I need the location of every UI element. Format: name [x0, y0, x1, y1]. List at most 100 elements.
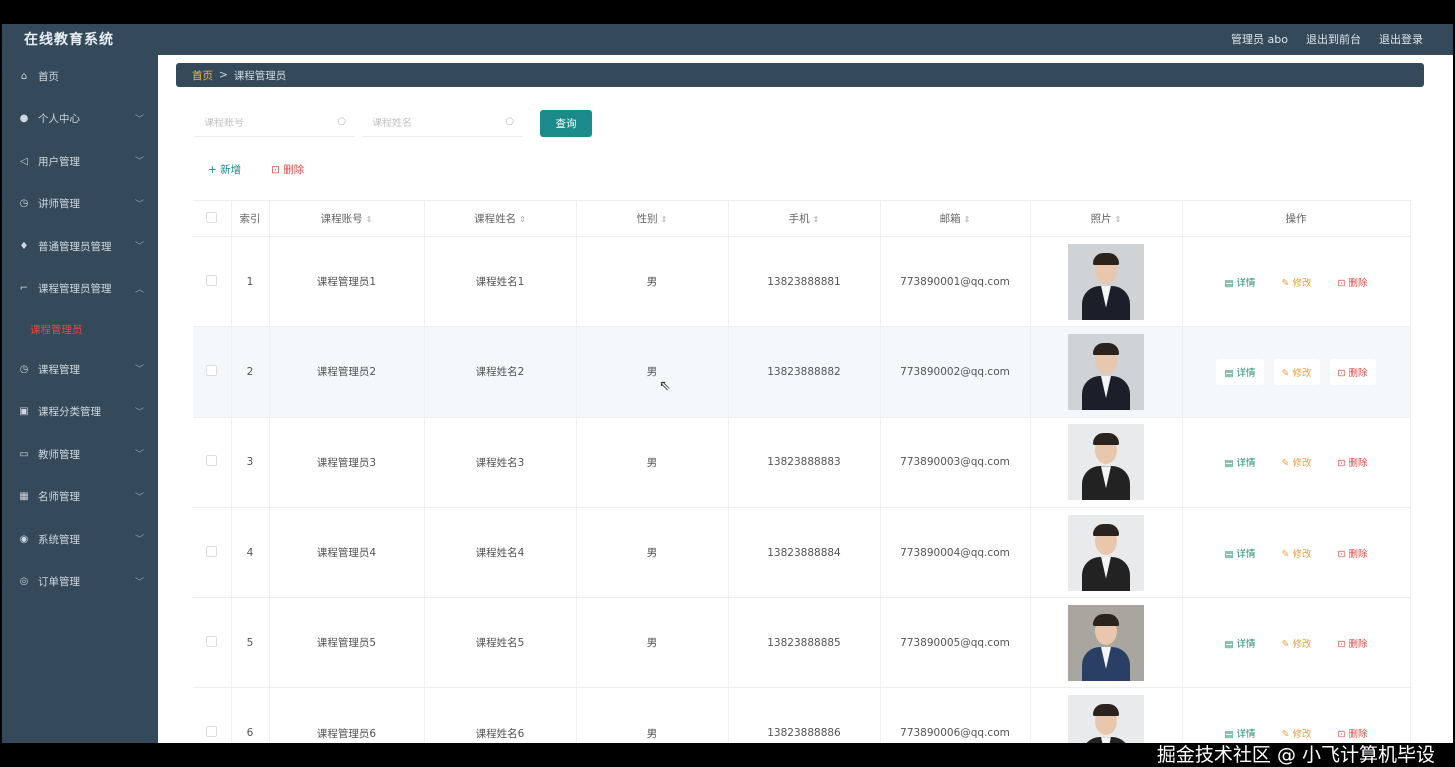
cell-name: 课程姓名5	[424, 597, 577, 689]
document-icon: ▤	[1224, 458, 1237, 470]
table-row[interactable]: 6 课程管理员6 课程姓名6 男 13823888886 773890006@qq.com…	[193, 687, 1411, 743]
breadcrumb-home[interactable]: 首页	[192, 68, 213, 83]
location-icon: ◉	[19, 533, 29, 545]
header-photo[interactable]: 照片 ⇕	[1030, 200, 1183, 237]
account-search-input[interactable]	[204, 117, 324, 129]
sidebar-item-label: 课程管理员管理	[38, 283, 112, 296]
logout-link[interactable]: 退出登录	[1379, 31, 1423, 47]
delete-label: 删除	[1348, 277, 1368, 289]
header-account[interactable]: 课程账号 ⇕	[269, 200, 425, 237]
chevron-down-icon: ﹀	[134, 492, 144, 503]
table-row[interactable]: 4 课程管理员4 课程姓名4 男 13823888884 773890004@qq.com…	[193, 507, 1411, 599]
breadcrumb-separator: >	[219, 69, 228, 81]
edit-button[interactable]: ✎ 修改	[1274, 449, 1320, 475]
header-phone[interactable]: 手机 ⇕	[728, 200, 881, 237]
app-title: 在线教育系统	[24, 32, 114, 48]
basketball-icon: ◎	[19, 576, 29, 588]
main-content: 首页 > 课程管理员 ○ ○ 查询 + 新增 ⊡ 删除	[158, 55, 1453, 743]
row-select-cell	[193, 417, 232, 508]
cell-account: 课程管理员1	[269, 236, 425, 328]
data-table: 索引 课程账号 ⇕ 课程姓名 ⇕ 性别 ⇕ 手机 ⇕ 邮箱 ⇕ 照片 ⇕ 操作 1 课程管理员…	[193, 200, 1411, 743]
send-icon: ◁	[20, 155, 28, 167]
chevron-down-icon: ﹀	[134, 407, 144, 418]
header-gender[interactable]: 性别 ⇕	[576, 200, 729, 237]
edit-button[interactable]: ✎ 修改	[1274, 269, 1320, 295]
header-email[interactable]: 邮箱 ⇕	[880, 200, 1031, 237]
row-checkbox[interactable]	[206, 635, 218, 647]
table-row[interactable]: 2 课程管理员2 课程姓名2 男 13823888882 773890002@qq.com…	[193, 326, 1411, 418]
avatar[interactable]	[1068, 695, 1144, 743]
sidebar-item-a3[interactable]: ◷ 讲师管理 ﹀	[2, 183, 158, 226]
sidebar-item-a5[interactable]: ⌐ 课程管理员管理 ︿	[2, 268, 158, 311]
avatar[interactable]	[1068, 333, 1144, 410]
top-nav: 管理员 abo 退出到前台 退出登录	[1231, 31, 1423, 47]
table-row[interactable]: 3 课程管理员3 课程姓名3 男 13823888883 773890003@qq.com…	[193, 417, 1411, 508]
avatar[interactable]	[1068, 243, 1144, 320]
name-search-field: ○	[362, 110, 522, 137]
detail-button[interactable]: ▤ 详情	[1216, 269, 1263, 295]
watermark: 掘金技术社区 @ 小飞计算机毕设	[1156, 744, 1435, 766]
row-checkbox[interactable]	[206, 455, 218, 467]
sidebar-item-a1[interactable]: ● 个人中心 ﹀	[2, 98, 158, 141]
header-name-label: 课程姓名	[474, 213, 517, 225]
select-all-checkbox[interactable]	[206, 211, 218, 223]
row-checkbox[interactable]	[206, 545, 218, 557]
delete-button[interactable]: ⊡ 删除	[1330, 540, 1376, 566]
edit-button[interactable]: ✎ 修改	[1274, 630, 1320, 656]
sidebar-item-b4[interactable]: ◉ 系统管理 ﹀	[2, 518, 158, 561]
cell-email: 773890005@qq.com	[880, 597, 1031, 689]
row-checkbox[interactable]	[206, 274, 218, 286]
add-button[interactable]: + 新增	[208, 162, 241, 177]
sidebar-item-a0[interactable]: ⌂ 首页	[2, 55, 158, 98]
row-checkbox[interactable]	[206, 364, 218, 376]
pencil-icon: ✎	[1281, 367, 1293, 379]
query-button[interactable]: 查询	[540, 110, 592, 137]
cell-email: 773890004@qq.com	[880, 507, 1031, 599]
row-checkbox[interactable]	[206, 726, 218, 738]
delete-button[interactable]: ⊡ 删除	[1330, 449, 1376, 475]
header-name[interactable]: 课程姓名 ⇕	[424, 200, 577, 237]
name-search-input[interactable]	[372, 117, 492, 129]
delete-label: 删除	[1348, 638, 1368, 650]
cell-gender: 男	[576, 687, 729, 743]
sidebar-item-b3[interactable]: ▦ 名师管理 ﹀	[2, 476, 158, 519]
batch-delete-label: 删除	[283, 164, 305, 176]
edit-button[interactable]: ✎ 修改	[1273, 358, 1320, 385]
avatar[interactable]	[1068, 424, 1144, 501]
chevron-down-icon: ﹀	[134, 577, 144, 588]
delete-button[interactable]: ⊡ 删除	[1330, 269, 1376, 295]
avatar[interactable]	[1068, 604, 1144, 681]
cell-account: 课程管理员5	[269, 597, 425, 689]
cell-gender: 男	[576, 597, 729, 689]
table-row[interactable]: 1 课程管理员1 课程姓名1 男 13823888881 773890001@qq.com…	[193, 236, 1411, 328]
cell-gender: 男	[576, 236, 729, 328]
sidebar-item-a2[interactable]: ◁ 用户管理 ﹀	[2, 140, 158, 183]
detail-button[interactable]: ▤ 详情	[1216, 358, 1264, 385]
document-icon: ▤	[1224, 548, 1237, 560]
sidebar-subitem-course-admin[interactable]: 课程管理员	[2, 310, 158, 348]
detail-button[interactable]: ▤ 详情	[1216, 449, 1263, 475]
avatar[interactable]	[1068, 514, 1144, 591]
app-frame: 在线教育系统 管理员 abo 退出到前台 退出登录 ⌂ 首页 ● 个人中心 ﹀ ◁ 用户管理…	[2, 24, 1453, 743]
row-select-cell	[193, 236, 232, 328]
sidebar-item-label: 讲师管理	[38, 198, 80, 211]
current-user-label[interactable]: 管理员 abo	[1231, 31, 1288, 47]
delete-button[interactable]: ⊡ 删除	[1330, 630, 1376, 656]
cell-operations: ▤ 详情 ✎ 修改 ⊡ 删除	[1182, 507, 1411, 599]
sidebar-item-b5[interactable]: ◎ 订单管理 ﹀	[2, 561, 158, 604]
sidebar-item-b0[interactable]: ◷ 课程管理 ﹀	[2, 348, 158, 391]
detail-button[interactable]: ▤ 详情	[1216, 630, 1263, 656]
table-row[interactable]: 5 课程管理员5 课程姓名5 男 13823888885 773890005@qq.com…	[193, 597, 1411, 689]
edit-label: 修改	[1292, 729, 1312, 741]
detail-button[interactable]: ▤ 详情	[1216, 540, 1263, 566]
edit-button[interactable]: ✎ 修改	[1274, 540, 1320, 566]
batch-delete-button[interactable]: ⊡ 删除	[271, 162, 304, 177]
sidebar-item-b2[interactable]: ▭ 教师管理 ﹀	[2, 433, 158, 476]
sidebar-item-b1[interactable]: ▣ 课程分类管理 ﹀	[2, 391, 158, 434]
header-email-label: 邮箱	[939, 213, 961, 225]
sidebar-item-a4[interactable]: ♦ 普通管理员管理 ﹀	[2, 225, 158, 268]
cell-phone: 13823888884	[728, 507, 881, 599]
delete-button[interactable]: ⊡ 删除	[1329, 358, 1376, 385]
exit-to-front-link[interactable]: 退出到前台	[1306, 31, 1361, 47]
detail-label: 详情	[1236, 548, 1256, 560]
